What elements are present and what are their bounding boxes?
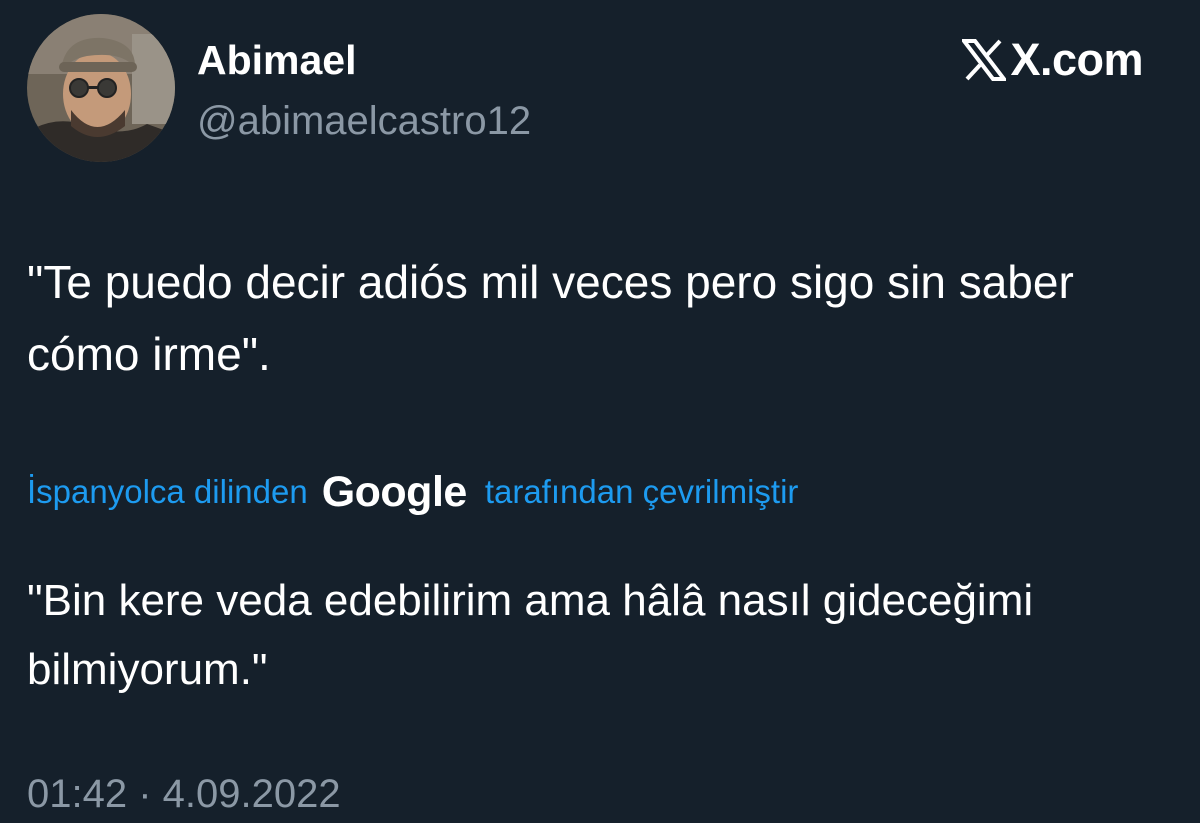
translation-attribution: İspanyolca dilinden Google tarafından çe… [27, 466, 798, 518]
x-logo-icon [962, 39, 1007, 81]
avatar[interactable] [27, 14, 175, 162]
tweet-timestamp[interactable]: 01:42 · 4.09.2022 [27, 768, 341, 820]
translation-source-link[interactable]: İspanyolca dilinden [27, 466, 308, 518]
display-name[interactable]: Abimael [197, 34, 357, 86]
tweet-text: "Te puedo decir adiós mil veces pero sig… [27, 256, 1074, 380]
translated-text: "Bin kere veda edebilirim ama hâlâ nasıl… [27, 576, 1034, 694]
avatar-image [27, 14, 175, 162]
brand-text: X.com [1010, 34, 1143, 85]
translation-provider-link[interactable]: tarafından çevrilmiştir [485, 466, 799, 518]
google-logo: Google [321, 468, 468, 516]
user-handle[interactable]: @abimaelcastro12 [197, 96, 531, 146]
brand-mark: X.com [962, 34, 1143, 86]
tweet-card: Abimael @abimaelcastro12 X.com "Te puedo… [0, 0, 1200, 823]
